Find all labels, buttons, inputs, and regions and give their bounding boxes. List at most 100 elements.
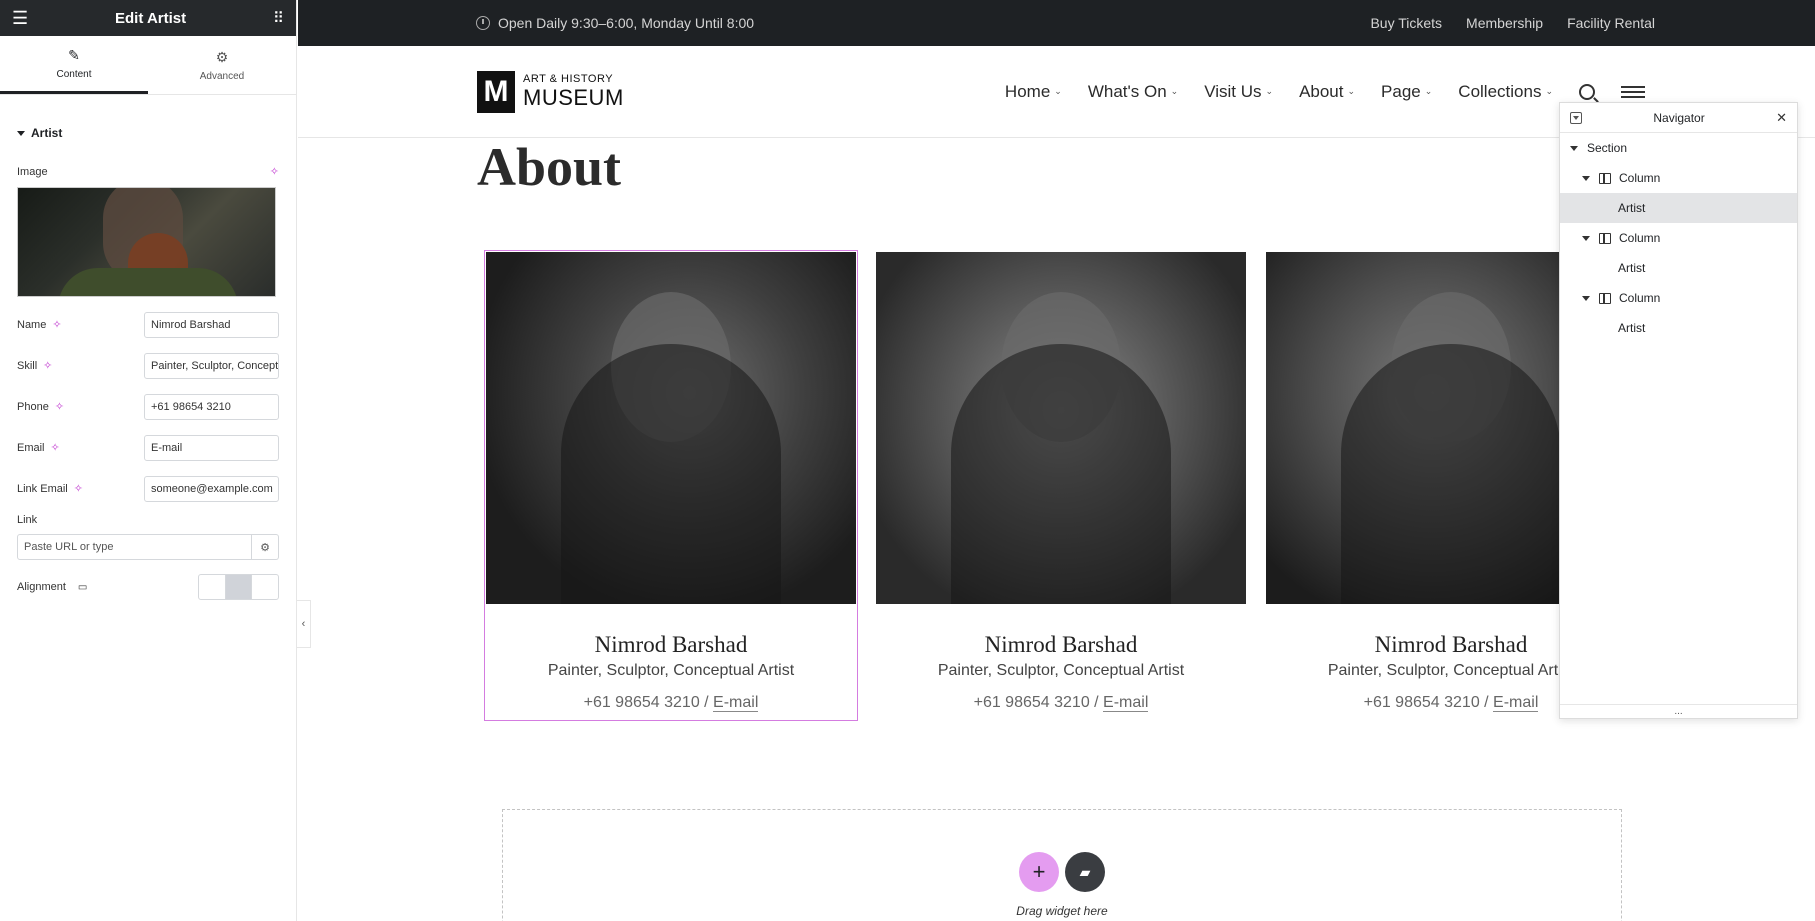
nav-item-whats-on[interactable]: What's On ⌄ [1088, 82, 1178, 102]
hamburger-menu-icon[interactable]: ☰ [12, 8, 28, 29]
artist-card[interactable]: Nimrod Barshad Painter, Sculptor, Concep… [484, 250, 858, 721]
alignment-buttons [198, 574, 279, 600]
phone-label: Phone ✧ [17, 400, 65, 414]
link-label: Link [17, 514, 38, 526]
logo-text: ART & HISTORY MUSEUM [523, 74, 624, 109]
main-nav: Home ⌄ What's On ⌄ Visit Us ⌄ About ⌄ Page ⌄ … [1005, 82, 1645, 102]
logo-small-text: ART & HISTORY [523, 73, 614, 85]
link-email-input[interactable]: someone@example.com [144, 475, 279, 502]
artist-photo [486, 252, 856, 604]
navigator-item-column[interactable]: Column [1560, 283, 1797, 313]
navigator-title: Navigator [1653, 110, 1705, 125]
chevron-down-icon: ⌄ [1545, 86, 1553, 96]
artist-card[interactable]: Nimrod Barshad Painter, Sculptor, Concep… [876, 252, 1246, 719]
tab-content-label: Content [56, 69, 92, 80]
align-left-button[interactable] [199, 575, 226, 599]
email-input[interactable]: E-mail [144, 434, 279, 461]
align-right-button[interactable] [252, 575, 278, 599]
navigator-item-label: Section [1587, 141, 1628, 155]
nav-item-visit-us[interactable]: Visit Us ⌄ [1204, 82, 1273, 102]
search-icon[interactable] [1579, 83, 1595, 100]
navigator-item-column[interactable]: Column [1560, 223, 1797, 253]
chevron-down-icon: ⌄ [1424, 86, 1433, 96]
ai-sparkle-icon[interactable]: ✧ [52, 318, 61, 331]
widget-dropzone[interactable]: + ▰ Drag widget here [502, 809, 1622, 921]
nav-item-about[interactable]: About ⌄ [1299, 82, 1355, 102]
membership-link[interactable]: Membership [1466, 15, 1543, 31]
caret-down-icon[interactable] [1582, 175, 1590, 181]
caret-down-icon[interactable] [1582, 235, 1590, 241]
alignment-label: Alignment ▭ [17, 581, 88, 593]
template-library-folder-icon[interactable]: ▰ [1065, 852, 1105, 892]
ai-sparkle-icon[interactable]: ✧ [74, 482, 83, 495]
menu-icon[interactable] [1621, 85, 1645, 98]
ai-sparkle-icon[interactable]: ✧ [270, 165, 279, 178]
chevron-down-icon: ⌄ [1054, 86, 1062, 96]
artist-email-link[interactable]: E-mail [1493, 694, 1539, 712]
caret-down-icon [17, 130, 25, 136]
navigator-item-label: Column [1619, 231, 1661, 245]
collapse-all-icon[interactable] [1570, 111, 1582, 124]
tab-content[interactable]: ✎ Content [0, 36, 148, 94]
link-url-input[interactable]: Paste URL or type [17, 534, 252, 560]
panel-title: Edit Artist [115, 9, 187, 27]
navigator-item-artist[interactable]: Artist [1560, 253, 1797, 283]
caret-down-icon[interactable] [1582, 295, 1590, 301]
column-icon [1599, 172, 1611, 184]
artist-section-toggle[interactable]: Artist [0, 126, 296, 140]
buy-tickets-link[interactable]: Buy Tickets [1370, 15, 1442, 31]
artist-email-link[interactable]: E-mail [1103, 694, 1149, 712]
link-control: Paste URL or type ⚙ [17, 534, 279, 560]
facility-rental-link[interactable]: Facility Rental [1567, 15, 1655, 31]
navigator-panel: Navigator ✕ Section Column Artist Column Art… [1559, 102, 1798, 719]
gear-icon: ⚙ [215, 48, 229, 65]
navigator-item-column[interactable]: Column [1560, 163, 1797, 193]
skill-control: Skill✧ Painter, Sculptor, Conceptual Art… [0, 352, 296, 379]
navigator-item-artist[interactable]: Artist [1560, 193, 1797, 223]
add-section-plus-icon[interactable]: + [1019, 852, 1059, 892]
image-label: Image [17, 165, 48, 178]
desktop-icon[interactable]: ▭ [78, 582, 87, 593]
close-icon[interactable]: ✕ [1776, 110, 1787, 126]
nav-item-home[interactable]: Home ⌄ [1005, 82, 1062, 102]
navigator-item-section[interactable]: Section [1560, 133, 1797, 163]
artist-phone: +61 98654 3210 / [583, 694, 714, 711]
navigator-item-label: Artist [1618, 321, 1646, 335]
link-options-gear-icon[interactable]: ⚙ [252, 534, 279, 560]
tab-advanced[interactable]: ⚙ Advanced [148, 36, 296, 94]
artist-phone: +61 98654 3210 / [973, 694, 1104, 711]
email-label: Email ✧ [17, 441, 60, 455]
navigator-resize-handle[interactable]: ... [1560, 704, 1797, 718]
top-links: Buy Tickets Membership Facility Rental [1370, 15, 1655, 31]
ai-sparkle-icon[interactable]: ✧ [51, 441, 60, 454]
clock-icon [476, 16, 490, 30]
navigator-item-label: Artist [1618, 261, 1646, 275]
museum-logo[interactable]: M ART & HISTORY MUSEUM [477, 70, 624, 113]
navigator-item-artist[interactable]: Artist [1560, 313, 1797, 343]
skill-input[interactable]: Painter, Sculptor, Conceptual Artist [144, 352, 279, 379]
column-icon [1599, 292, 1611, 304]
phone-control: Phone ✧ +61 98654 3210 [0, 393, 296, 420]
name-input[interactable]: Nimrod Barshad [144, 311, 279, 338]
pencil-icon: ✎ [68, 47, 80, 63]
apps-grid-icon[interactable]: ⠿ [273, 9, 284, 27]
ai-sparkle-icon[interactable]: ✧ [43, 359, 52, 372]
artist-cards: Nimrod Barshad Painter, Sculptor, Concep… [484, 250, 1636, 721]
caret-down-icon[interactable] [1570, 145, 1578, 151]
artist-skill: Painter, Sculptor, Conceptual Artist [937, 662, 1185, 679]
image-preview[interactable] [17, 187, 276, 297]
nav-item-collections[interactable]: Collections ⌄ [1458, 82, 1553, 102]
phone-input[interactable]: +61 98654 3210 [144, 393, 279, 420]
top-bar: Open Daily 9:30–6:00, Monday Until 8:00 … [298, 0, 1815, 46]
image-control: Image ✧ [0, 165, 296, 179]
artist-name: Nimrod Barshad [984, 632, 1138, 657]
align-center-button[interactable] [225, 575, 253, 599]
artist-email-link[interactable]: E-mail [713, 694, 759, 712]
artist-photo [876, 252, 1246, 604]
navigator-header[interactable]: Navigator ✕ [1560, 103, 1797, 133]
nav-item-page[interactable]: Page ⌄ [1381, 82, 1432, 102]
hours-text: Open Daily 9:30–6:00, Monday Until 8:00 [498, 15, 755, 31]
ai-sparkle-icon[interactable]: ✧ [55, 400, 64, 413]
navigator-item-label: Artist [1618, 201, 1646, 215]
panel-tabs: ✎ Content ⚙ Advanced [0, 36, 296, 95]
